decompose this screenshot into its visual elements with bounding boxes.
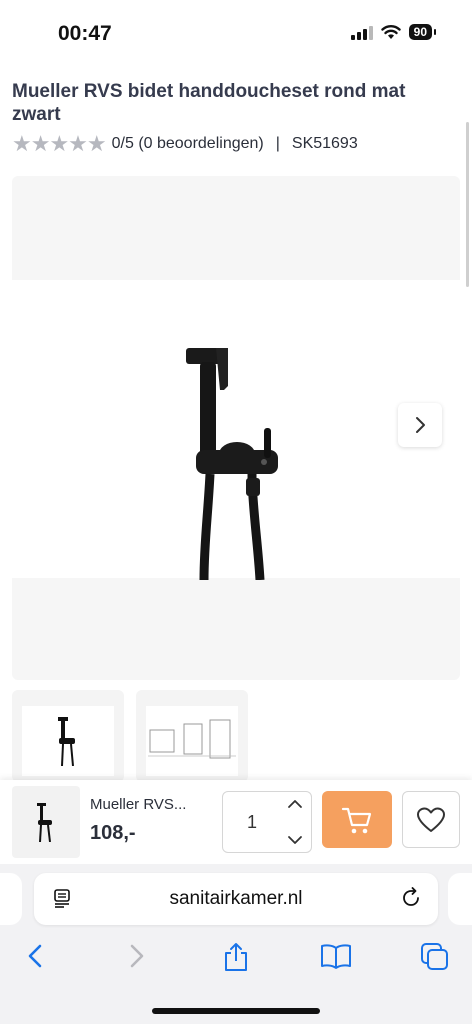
gallery-thumbnails xyxy=(12,690,248,782)
quantity-value[interactable]: 1 xyxy=(247,812,257,833)
add-to-cart-button[interactable] xyxy=(322,791,392,848)
bidet-shower-mini xyxy=(37,803,52,842)
thumbnail-image xyxy=(146,706,238,776)
tabs-icon[interactable] xyxy=(420,942,450,972)
address-bar[interactable]: sanitairkamer.nl xyxy=(34,873,438,925)
bookmarks-icon[interactable] xyxy=(320,942,352,970)
product-sku: SK51693 xyxy=(291,135,358,152)
bidet-shower-image xyxy=(186,348,278,580)
bidet-shower-thumb xyxy=(58,717,75,766)
cart-icon xyxy=(341,807,372,833)
status-icons: 90 xyxy=(350,24,437,40)
chevron-up-icon[interactable] xyxy=(287,798,303,810)
next-tab-preview[interactable] xyxy=(448,873,472,925)
browser-bar: sanitairkamer.nl xyxy=(0,864,472,1024)
technical-drawing-thumb xyxy=(148,719,236,759)
product-gallery[interactable] xyxy=(12,176,460,680)
purchase-product-name: Mueller RVS... xyxy=(90,796,187,813)
rating-text[interactable]: 0/5 (0 beoordelingen) xyxy=(112,135,264,153)
browser-toolbar xyxy=(0,942,472,972)
purchase-thumbnail xyxy=(12,786,80,858)
back-icon[interactable] xyxy=(26,942,44,970)
purchase-price: 108,- xyxy=(90,822,136,844)
home-indicator xyxy=(152,1008,320,1014)
reload-icon[interactable] xyxy=(400,887,422,909)
thumbnail-product-photo[interactable] xyxy=(12,690,124,782)
battery-indicator: 90 xyxy=(408,24,437,40)
rating-row: ★★★★★ 0/5 (0 beoordelingen) | SK51693 xyxy=(12,133,358,155)
heart-icon xyxy=(417,807,445,832)
quantity-stepper[interactable]: 1 xyxy=(222,791,312,853)
status-time: 00:47 xyxy=(58,22,112,45)
share-icon[interactable] xyxy=(222,942,250,972)
rating-separator: | xyxy=(275,135,280,152)
forward-icon[interactable] xyxy=(128,942,146,970)
status-bar: 00:47 90 xyxy=(0,0,472,70)
thumbnail-technical-drawing[interactable] xyxy=(136,690,248,782)
purchase-bar: Mueller RVS... 108,- 1 xyxy=(0,780,472,864)
chevron-down-icon[interactable] xyxy=(287,834,303,846)
wifi-icon xyxy=(380,25,401,39)
gallery-next-button[interactable] xyxy=(398,403,442,447)
previous-tab-preview[interactable] xyxy=(0,873,22,925)
product-title: Mueller RVS bidet handdoucheset rond mat… xyxy=(12,81,406,125)
url-text[interactable]: sanitairkamer.nl xyxy=(34,888,438,910)
wishlist-button[interactable] xyxy=(402,791,460,848)
thumbnail-image xyxy=(22,706,114,776)
scroll-indicator xyxy=(466,122,469,287)
signal-icon xyxy=(350,25,373,40)
rating-stars-icon[interactable]: ★★★★★ xyxy=(12,133,107,155)
chevron-right-icon xyxy=(416,417,425,433)
